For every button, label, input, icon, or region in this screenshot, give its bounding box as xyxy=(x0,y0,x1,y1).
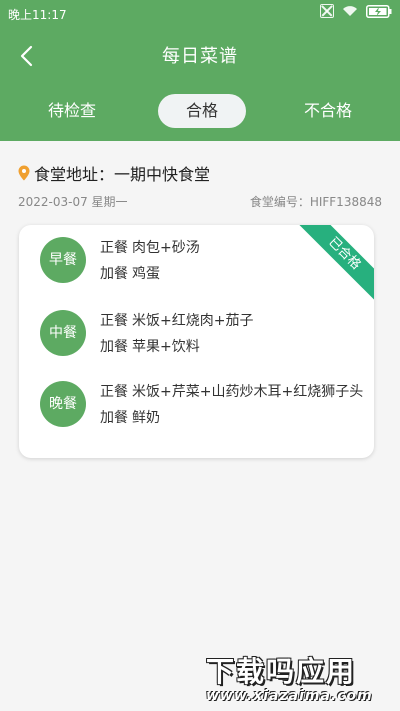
title-bar: 每日菜谱 xyxy=(0,34,400,78)
extra-course-label: 加餐 xyxy=(100,339,128,355)
canteen-address: 食堂地址：一期中快食堂 xyxy=(34,165,211,184)
main-course-line: 正餐 肉包+砂汤 xyxy=(100,235,200,261)
tab-pending[interactable]: 待检查 xyxy=(22,94,122,128)
extra-course: 苹果+饮料 xyxy=(132,339,200,355)
canteen-meta: 2022-03-07 星期一 食堂编号：HIFF138848 xyxy=(18,193,382,209)
wifi-icon xyxy=(342,5,358,17)
extra-course-line: 加餐 鸡蛋 xyxy=(100,261,200,287)
header-bar: 晚上11:17 每日菜谱 待检查 合格 不合格 xyxy=(0,0,400,141)
status-tabs: 待检查 合格 不合格 xyxy=(0,94,400,128)
main-course-line: 正餐 米饭+红烧肉+茄子 xyxy=(100,308,253,334)
canteen-info: 食堂地址：一期中快食堂 2022-03-07 星期一 食堂编号：HIFF1388… xyxy=(18,161,382,209)
menu-date: 2022-03-07 星期一 xyxy=(18,195,128,209)
main-course-label: 正餐 xyxy=(100,313,128,329)
tab-failed[interactable]: 不合格 xyxy=(278,94,378,128)
extra-course: 鸡蛋 xyxy=(132,266,160,282)
status-icons xyxy=(320,4,392,18)
extra-course: 鲜奶 xyxy=(132,410,160,426)
main-course: 米饭+红烧肉+茄子 xyxy=(132,313,254,329)
location-pin-icon xyxy=(18,165,30,181)
meal-items: 正餐 肉包+砂汤 加餐 鸡蛋 xyxy=(100,235,200,287)
extra-course-line: 加餐 鲜奶 xyxy=(100,405,363,431)
meal-dinner: 晚餐 正餐 米饭+芹菜+山药炒木耳+红烧狮子头 加餐 鲜奶 xyxy=(40,381,370,431)
meal-lunch: 中餐 正餐 米饭+红烧肉+茄子 加餐 苹果+饮料 xyxy=(40,310,370,360)
main-course-label: 正餐 xyxy=(100,240,128,256)
meal-badge: 中餐 xyxy=(40,310,86,356)
extra-course-line: 加餐 苹果+饮料 xyxy=(100,334,253,360)
no-sim-icon xyxy=(320,4,334,18)
meal-badge: 晚餐 xyxy=(40,381,86,427)
meal-breakfast: 早餐 正餐 肉包+砂汤 加餐 鸡蛋 xyxy=(40,237,370,287)
extra-course-label: 加餐 xyxy=(100,266,128,282)
canteen-code: 食堂编号：HIFF138848 xyxy=(249,195,382,209)
main-course-line: 正餐 米饭+芹菜+山药炒木耳+红烧狮子头 xyxy=(100,379,363,405)
extra-course-label: 加餐 xyxy=(100,410,128,426)
status-time: 晚上11:17 xyxy=(8,8,67,22)
main-course: 米饭+芹菜+山药炒木耳+红烧狮子头 xyxy=(132,384,364,400)
watermark-url: www.xiazaima.com xyxy=(206,688,373,704)
meal-badge: 早餐 xyxy=(40,237,86,283)
watermark-logo-text: 下载吗应用 xyxy=(206,655,357,688)
canteen-address-row: 食堂地址：一期中快食堂 xyxy=(18,161,382,185)
tab-passed[interactable]: 合格 xyxy=(158,94,246,128)
site-watermark: 下载吗应用 www.xiazaima.com xyxy=(200,650,400,711)
meal-items: 正餐 米饭+芹菜+山药炒木耳+红烧狮子头 加餐 鲜奶 xyxy=(100,379,363,431)
main-course: 肉包+砂汤 xyxy=(132,240,200,256)
meal-items: 正餐 米饭+红烧肉+茄子 加餐 苹果+饮料 xyxy=(100,308,253,360)
battery-icon xyxy=(366,4,392,18)
page-title: 每日菜谱 xyxy=(162,46,238,67)
menu-card[interactable]: 已合格 早餐 正餐 肉包+砂汤 加餐 鸡蛋 中餐 正餐 米饭+红烧肉+茄子 加餐 苹果+… xyxy=(19,225,374,458)
status-bar: 晚上11:17 xyxy=(0,0,400,26)
main-course-label: 正餐 xyxy=(100,384,128,400)
